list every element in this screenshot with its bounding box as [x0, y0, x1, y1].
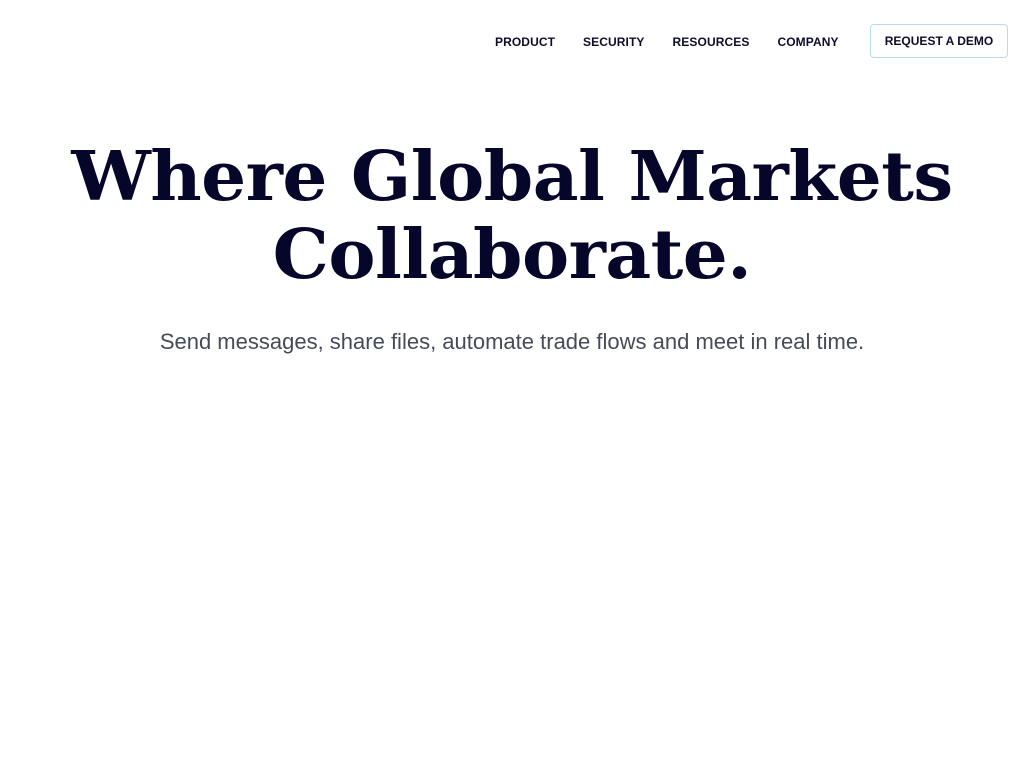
hero-section: Where Global Markets Collaborate. Send m… — [0, 138, 1024, 356]
hero-title-line-1: Where Global Markets — [71, 137, 953, 217]
request-demo-button[interactable]: REQUEST A DEMO — [870, 24, 1008, 58]
main-nav: PRODUCT SECURITY RESOURCES COMPANY — [495, 33, 839, 51]
hero-title-line-2: Collaborate. — [272, 215, 752, 295]
nav-item-company[interactable]: COMPANY — [777, 35, 838, 49]
nav-item-security[interactable]: SECURITY — [583, 35, 644, 49]
site-header: PRODUCT SECURITY RESOURCES COMPANY REQUE… — [0, 0, 1024, 82]
nav-item-product[interactable]: PRODUCT — [495, 35, 555, 49]
hero-title: Where Global Markets Collaborate. — [0, 138, 1024, 294]
nav-item-resources[interactable]: RESOURCES — [673, 35, 750, 49]
hero-subtitle: Send messages, share files, automate tra… — [159, 329, 865, 354]
